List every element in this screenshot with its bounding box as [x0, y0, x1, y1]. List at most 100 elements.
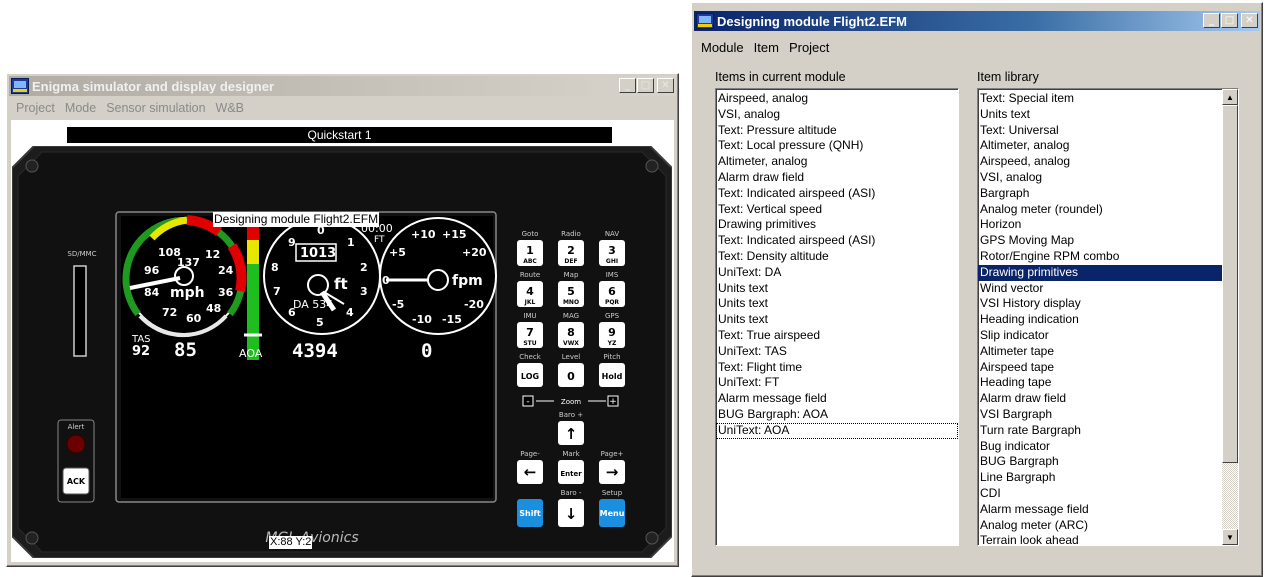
menu-item[interactable]: Item — [749, 40, 784, 55]
key-label: 0 — [567, 370, 575, 383]
module-item[interactable]: Text: Local pressure (QNH) — [716, 138, 958, 154]
library-item[interactable]: Alarm message field — [978, 502, 1222, 518]
key-num: 3 — [608, 244, 616, 257]
library-item[interactable]: CDI — [978, 486, 1222, 502]
library-scrollbar[interactable]: ▲ ▼ — [1222, 89, 1238, 545]
key-sub: VWX — [563, 340, 579, 347]
library-item[interactable]: Heading indication — [978, 312, 1222, 328]
module-item[interactable]: Text: Density altitude — [716, 249, 958, 265]
library-item[interactable]: Altimeter, analog — [978, 138, 1222, 154]
designer-titlebar[interactable]: Designing module Flight2.EFM _ □ ✕ — [694, 11, 1260, 31]
aoa-label: AOA — [239, 347, 263, 360]
module-item[interactable]: Units text — [716, 312, 958, 328]
library-item[interactable]: Horizon — [978, 217, 1222, 233]
module-item[interactable]: Text: Indicated airspeed (ASI) — [716, 233, 958, 249]
library-item[interactable]: Units text — [978, 107, 1222, 123]
keypad: Goto Radio NAV 1 ABC 2 DEF 3 GHI Route M… — [517, 230, 625, 527]
module-item[interactable]: Text: Pressure altitude — [716, 123, 958, 139]
library-item[interactable]: Heading tape — [978, 375, 1222, 391]
scroll-down-button[interactable]: ▼ — [1222, 529, 1238, 545]
library-item[interactable]: BUG Bargraph — [978, 454, 1222, 470]
maximize-icon: □ — [640, 79, 651, 91]
library-item[interactable]: Bug indicator — [978, 439, 1222, 455]
key-top-label: Map — [564, 271, 579, 279]
library-item[interactable]: Turn rate Bargraph — [978, 423, 1222, 439]
screw — [645, 531, 659, 545]
key-top-label: MAG — [563, 312, 579, 320]
menu-mode[interactable]: Mode — [60, 101, 101, 115]
vsi-tick: -10 — [412, 313, 432, 326]
library-item[interactable]: Analog meter (ARC) — [978, 518, 1222, 534]
module-item[interactable]: UniText: TAS — [716, 344, 958, 360]
module-item[interactable]: UniText: DA — [716, 265, 958, 281]
module-item[interactable]: UniText: FT — [716, 375, 958, 391]
menu-sensor-simulation[interactable]: Sensor simulation — [101, 101, 210, 115]
module-item[interactable]: Airspeed, analog — [716, 91, 958, 107]
library-item[interactable]: Airspeed tape — [978, 360, 1222, 376]
menu-wb[interactable]: W&B — [211, 101, 249, 115]
scroll-thumb[interactable] — [1222, 105, 1238, 463]
module-item[interactable]: Units text — [716, 281, 958, 297]
library-item[interactable]: Bargraph — [978, 186, 1222, 202]
quickstart-bar[interactable]: Quickstart 1 — [67, 127, 612, 143]
module-item[interactable]: Text: Vertical speed — [716, 202, 958, 218]
maximize-button[interactable]: □ — [637, 78, 654, 93]
module-item[interactable]: Alarm message field — [716, 391, 958, 407]
module-item[interactable]: VSI, analog — [716, 107, 958, 123]
key-sub: JKL — [524, 299, 536, 306]
page-plus-label: Page+ — [601, 450, 624, 458]
scroll-up-icon: ▲ — [1226, 92, 1234, 102]
module-item[interactable]: Alarm draw field — [716, 170, 958, 186]
key-top-label: Level — [562, 353, 581, 361]
menu-project[interactable]: Project — [784, 40, 834, 55]
module-item[interactable]: Units text — [716, 296, 958, 312]
alt-digit: 7 — [273, 285, 281, 298]
close-button[interactable]: ✕ — [1241, 13, 1258, 28]
library-item[interactable]: Drawing primitives — [978, 264, 1222, 281]
simulator-titlebar[interactable]: Enigma simulator and display designer _ … — [9, 76, 676, 96]
library-item[interactable]: Wind vector — [978, 281, 1222, 297]
library-list[interactable]: Text: Special item Units text Text: Univer… — [977, 88, 1239, 546]
module-item[interactable]: Drawing primitives — [716, 217, 958, 233]
module-item[interactable]: Text: Flight time — [716, 360, 958, 376]
minimize-icon: _ — [625, 79, 630, 91]
alert-led — [66, 434, 86, 454]
library-item[interactable]: Slip indicator — [978, 328, 1222, 344]
minimize-button[interactable]: _ — [1203, 13, 1220, 28]
sd-slot-label: SD/MMC — [67, 250, 96, 258]
asi-unit: mph — [170, 285, 205, 301]
library-item[interactable]: Analog meter (roundel) — [978, 202, 1222, 218]
library-item[interactable]: Alarm draw field — [978, 391, 1222, 407]
library-item[interactable]: VSI, analog — [978, 170, 1222, 186]
library-item[interactable]: Rotor/Engine RPM combo — [978, 249, 1222, 265]
module-item[interactable]: UniText: AOA — [716, 422, 958, 439]
library-item[interactable]: GPS Moving Map — [978, 233, 1222, 249]
menu-module[interactable]: Module — [696, 40, 749, 55]
close-button[interactable]: ✕ — [657, 78, 674, 93]
module-item[interactable]: Text: Indicated airspeed (ASI) — [716, 186, 958, 202]
library-item[interactable]: Airspeed, analog — [978, 154, 1222, 170]
vsi-tick: +15 — [442, 228, 467, 241]
module-item[interactable]: BUG Bargraph: AOA — [716, 407, 958, 423]
library-item[interactable]: Text: Special item — [978, 91, 1222, 107]
library-item[interactable]: Text: Universal — [978, 123, 1222, 139]
menu-project[interactable]: Project — [11, 101, 60, 115]
airspeed-gauge: 108 137 12 24 36 48 60 72 84 96 mph — [122, 215, 247, 338]
library-item[interactable]: Terrain look ahead — [978, 533, 1222, 545]
library-item[interactable]: VSI History display — [978, 296, 1222, 312]
key-num: 6 — [608, 285, 616, 298]
scroll-up-button[interactable]: ▲ — [1222, 89, 1238, 105]
module-item[interactable]: Altimeter, analog — [716, 154, 958, 170]
designer-title: Designing module Flight2.EFM — [717, 13, 907, 29]
maximize-button[interactable]: □ — [1221, 13, 1238, 28]
key-top-label: IMS — [606, 271, 619, 279]
app-icon — [11, 78, 29, 94]
minimize-button[interactable]: _ — [619, 78, 636, 93]
library-item[interactable]: Altimeter tape — [978, 344, 1222, 360]
zoom-plus-label: + — [609, 397, 617, 407]
items-list[interactable]: Airspeed, analog VSI, analog Text: Pressur… — [715, 88, 959, 546]
library-item[interactable]: Line Bargraph — [978, 470, 1222, 486]
library-item[interactable]: VSI Bargraph — [978, 407, 1222, 423]
module-item[interactable]: Text: True airspeed — [716, 328, 958, 344]
key-sub: PQR — [605, 299, 619, 306]
